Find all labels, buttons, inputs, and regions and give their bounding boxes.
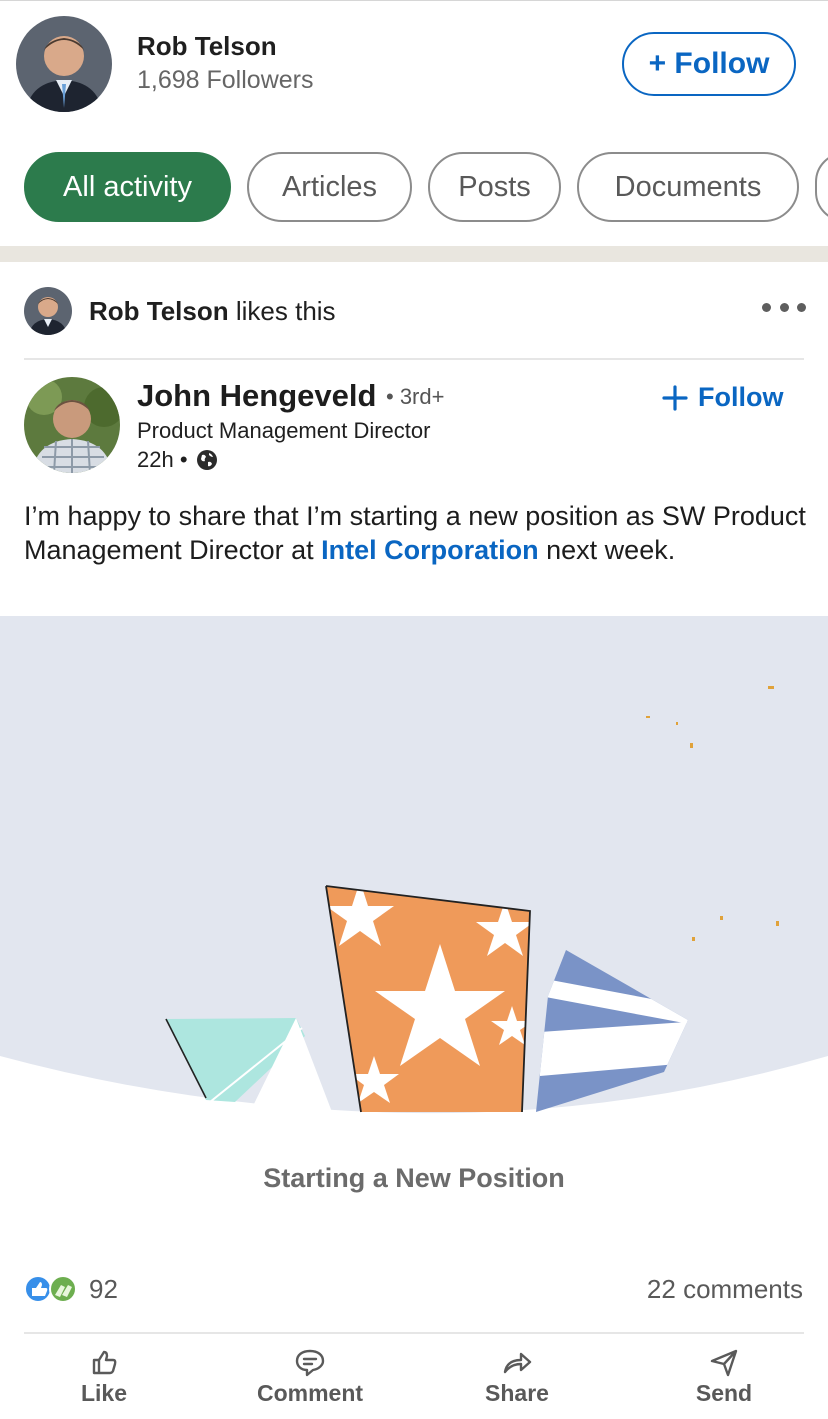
profile-name[interactable]: Rob Telson (137, 31, 277, 62)
new-position-banner (0, 616, 828, 1233)
author-avatar[interactable] (24, 377, 120, 473)
activity-action: likes this (235, 296, 336, 326)
comment-count[interactable]: 22 comments (647, 1274, 803, 1305)
divider (24, 358, 804, 360)
profile-avatar[interactable] (16, 16, 112, 112)
post-body: I’m happy to share that I’m starting a n… (24, 499, 814, 567)
author-follow-label: Follow (698, 382, 784, 412)
plus-icon (662, 384, 688, 411)
filter-chip-articles[interactable]: Articles (247, 152, 412, 222)
social-counts[interactable]: 92 22 comments (0, 1264, 828, 1314)
comment-icon (295, 1349, 325, 1377)
share-button[interactable]: Share (470, 1340, 564, 1419)
comment-label: Comment (256, 1380, 364, 1406)
like-button[interactable]: Like (52, 1340, 156, 1419)
filter-chip-all-activity[interactable]: All activity (24, 152, 231, 222)
send-button[interactable]: Send (680, 1340, 768, 1419)
share-label: Share (485, 1380, 549, 1406)
company-link[interactable]: Intel Corporation (321, 535, 539, 565)
activity-description: Rob Telson likes this (89, 296, 336, 327)
author-follow-button[interactable]: Follow (662, 382, 783, 413)
author-headline: Product Management Director (137, 418, 431, 443)
filter-chip-posts[interactable]: Posts (428, 152, 561, 222)
post-image[interactable]: Starting a New Position (0, 616, 828, 1233)
post-timestamp: 22h • (137, 447, 218, 473)
author-name[interactable]: John Hengeveld (137, 378, 376, 414)
post-actions-bar: Like Comment Share Send (0, 1340, 828, 1419)
paper-plane-icon (710, 1349, 738, 1377)
connection-degree: • 3rd+ (386, 384, 445, 409)
profile-header: Rob Telson 1,698 Followers + Follow (0, 0, 828, 130)
activity-header: Rob Telson likes this (0, 262, 828, 360)
activity-actor[interactable]: Rob Telson (89, 296, 229, 326)
reaction-count[interactable]: 92 (89, 1274, 118, 1305)
thumbs-up-icon (92, 1350, 117, 1375)
follow-button[interactable]: + Follow (622, 32, 796, 96)
image-caption: Starting a New Position (263, 1163, 565, 1193)
share-arrow-icon (503, 1352, 532, 1374)
post-text-end: next week. (538, 535, 676, 565)
follower-count: 1,698 Followers (137, 66, 314, 94)
filter-chip-documents[interactable]: Documents (577, 152, 799, 222)
send-label: Send (695, 1380, 753, 1406)
more-options-icon[interactable] (762, 300, 806, 314)
section-divider (0, 246, 828, 262)
like-label: Like (80, 1380, 128, 1406)
divider (24, 1332, 804, 1334)
actor-avatar[interactable] (24, 287, 72, 335)
activity-filter-bar: All activity Articles Posts Documents (0, 152, 828, 224)
filter-chip-overflow[interactable] (815, 152, 828, 222)
reaction-icons (24, 1275, 77, 1303)
globe-icon (196, 450, 217, 470)
post-time: 22h • (137, 447, 188, 472)
comment-button[interactable]: Comment (246, 1340, 374, 1419)
